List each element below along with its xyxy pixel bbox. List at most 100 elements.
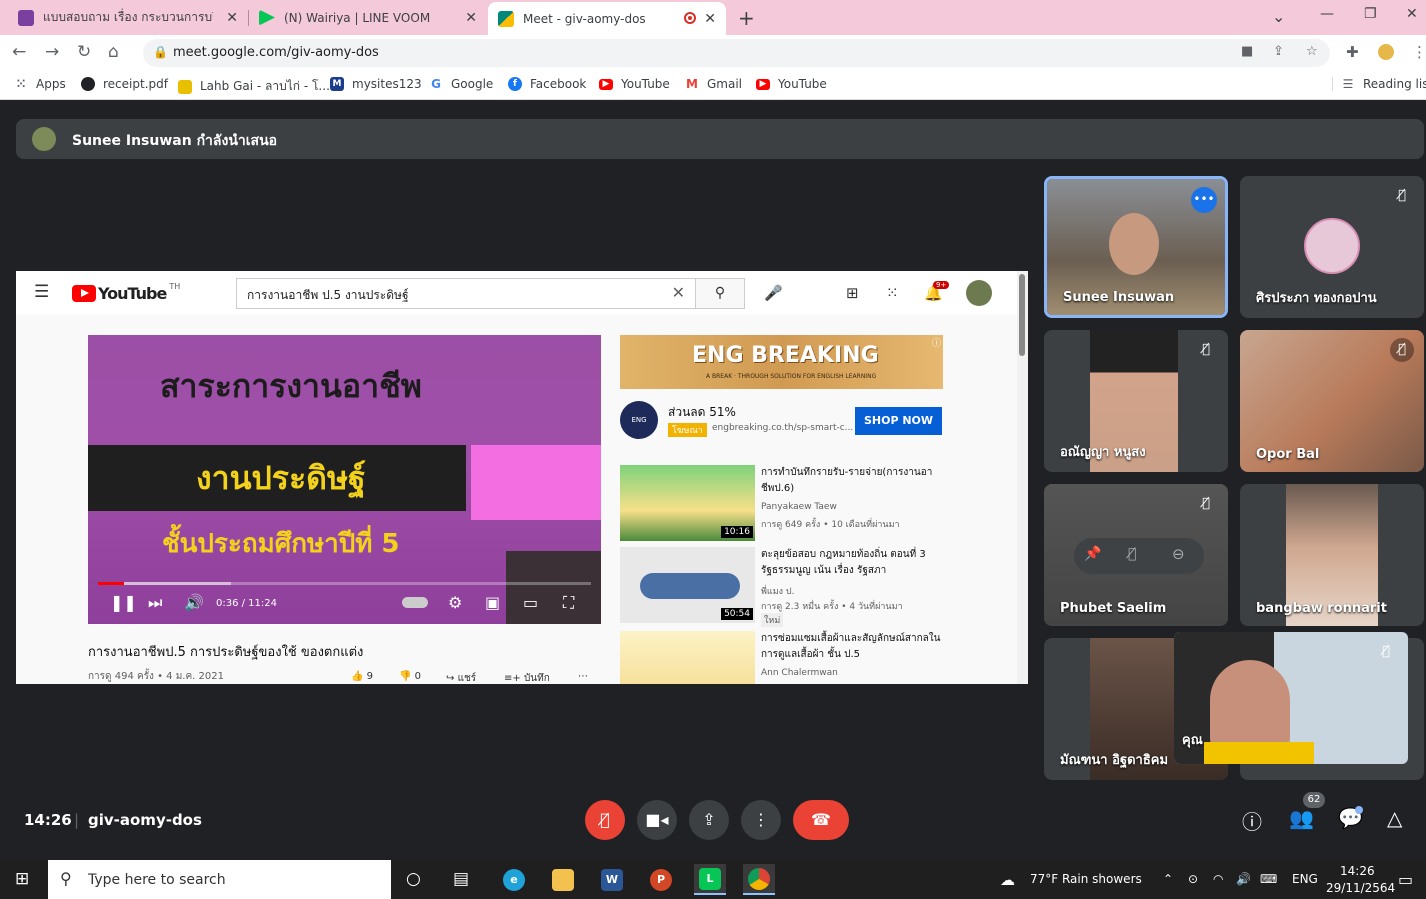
people-icon[interactable]: 👥 [1289, 806, 1314, 830]
weather-cloud-icon[interactable]: ☁ [1000, 871, 1015, 889]
share-icon[interactable]: ⇪ [1273, 44, 1284, 59]
video-progress-bar[interactable] [98, 582, 591, 585]
miniplayer-icon[interactable]: ▣ [485, 593, 500, 612]
youtube-search-button[interactable]: ⚲ [696, 278, 745, 309]
lock-icon[interactable]: 🔒 [153, 45, 168, 59]
address-bar[interactable]: 🔒 meet.google.com/giv-aomy-dos ■ ⇪ ☆ [143, 39, 1330, 67]
leave-call-button[interactable]: ☎ [793, 800, 849, 840]
participant-tile-sunee[interactable]: ••• Sunee Insuwan [1044, 176, 1228, 318]
settings-gear-icon[interactable]: ⚙ [448, 593, 462, 612]
weather-text[interactable]: 77°F Rain showers [1030, 872, 1142, 886]
close-tab-icon[interactable]: ✕ [704, 11, 716, 27]
youtube-apps-icon[interactable]: ⁙ [886, 284, 899, 302]
forward-button[interactable]: → [45, 42, 59, 62]
tab-line-voom[interactable]: (N) Wairiya | LINE VOOM ✕ [249, 0, 487, 35]
keyboard-icon[interactable]: ⌨ [1260, 872, 1277, 886]
taskbar-word[interactable]: W [596, 864, 628, 895]
extensions-icon[interactable]: ✚ [1346, 43, 1359, 61]
voice-search-icon[interactable]: 🎤 [764, 284, 783, 302]
bookmark-lahb-gai[interactable]: Lahb Gai - ลาบไก่ - โ... [178, 77, 330, 96]
dislike-button[interactable]: 👎 0 [399, 671, 421, 682]
participant-tile-ananya[interactable]: 🎙̸ อณัญญา หนูสง [1044, 330, 1228, 472]
speaker-icon[interactable]: 🔊 [1236, 872, 1251, 886]
fullscreen-icon[interactable]: ⛶ [563, 593, 574, 613]
bookmark-mysites[interactable]: Mmysites123 [330, 77, 422, 91]
taskbar-line[interactable]: L [694, 864, 726, 895]
task-view-icon[interactable]: ▤ [453, 869, 469, 889]
taskbar-file-explorer[interactable] [547, 864, 579, 895]
ad-info-icon[interactable]: ⓘ [932, 336, 941, 349]
bookmark-youtube[interactable]: ▶ YouTube [599, 77, 670, 91]
reading-list[interactable]: ☰Reading list [1332, 77, 1426, 91]
home-button[interactable]: ⌂ [108, 42, 119, 62]
back-button[interactable]: ← [12, 42, 26, 62]
menu-kebab-icon[interactable]: ⋮ [1412, 43, 1426, 61]
tab-search-icon[interactable]: ⌄ [1272, 7, 1285, 26]
youtube-logo[interactable]: YouTube TH [72, 282, 180, 303]
participant-tile-phubet[interactable]: 📌 🎙̸ ⊖ 🎙̸ Phubet Saelim [1044, 484, 1228, 626]
reload-button[interactable]: ↻ [77, 42, 91, 62]
taskbar-date[interactable]: 29/11/2564 [1326, 881, 1395, 895]
scrollbar-thumb[interactable] [1019, 274, 1025, 356]
save-button[interactable]: ≡+ บันทึก [504, 671, 550, 684]
participant-tile-bangbaw[interactable]: bangbaw ronnarit [1240, 484, 1424, 626]
recommended-video[interactable]: การซ่อมแซมเสื้อผ้าและสัญลักษณ์สากลในการด… [620, 631, 943, 684]
tray-chevron-icon[interactable]: ⌃ [1163, 872, 1173, 886]
pause-icon[interactable]: ❚❚ [110, 593, 137, 612]
maximize-button[interactable]: ❐ [1364, 6, 1377, 22]
meet-now-icon[interactable]: ⊙ [1188, 872, 1198, 886]
bookmark-gmail[interactable]: M Gmail [685, 77, 742, 91]
camera-toggle-button[interactable]: ■◂ [637, 800, 677, 840]
profile-avatar-icon[interactable] [1378, 44, 1394, 60]
taskbar-time[interactable]: 14:26 [1340, 864, 1375, 878]
theater-mode-icon[interactable]: ▭ [523, 593, 538, 612]
recommended-video[interactable]: 10:16 การทำบันทึกรายรับ-รายจ่าย(การงานอา… [620, 465, 943, 541]
taskbar-powerpoint[interactable]: P [645, 864, 677, 895]
self-view-tile[interactable]: 🎙̸ คุณ [1174, 632, 1408, 764]
bookmark-google[interactable]: G Google [429, 77, 493, 91]
mute-participant-icon[interactable]: 🎙̸ [1128, 546, 1136, 562]
camera-in-use-icon[interactable]: ■ [1241, 44, 1253, 59]
close-window-button[interactable]: ✕ [1406, 6, 1418, 22]
participant-tile-siraprapa[interactable]: 🎙̸ ศิรประภา ทองกอปาน [1240, 176, 1424, 318]
shared-screen-scrollbar[interactable] [1017, 271, 1028, 684]
autoplay-toggle[interactable] [402, 597, 428, 608]
new-tab-button[interactable]: + [738, 6, 755, 30]
bookmark-facebook[interactable]: f Facebook [508, 77, 586, 91]
tab-questionnaire[interactable]: แบบสอบถาม เรื่อง กระบวนการบริหารจั ✕ [8, 0, 248, 35]
taskbar-search-box[interactable]: ⚲ Type here to search [48, 860, 391, 899]
close-tab-icon[interactable]: ✕ [465, 10, 477, 26]
ad-details[interactable]: ENG ส่วนลด 51% โฆษณา engbreaking.co.th/s… [620, 399, 943, 443]
next-video-icon[interactable]: ⏭ [148, 593, 162, 613]
volume-icon[interactable]: 🔊 [184, 593, 204, 612]
more-options-button[interactable]: ⋮ [741, 800, 781, 840]
video-player[interactable]: สาระการงานอาชีพ งานประดิษฐ์ ชั้นประถมศึก… [88, 335, 601, 624]
recommended-video[interactable]: 50:54 ตะลุยข้อสอบ กฎหมายท้องถิ่น ตอนที่ … [620, 547, 943, 627]
more-options-icon[interactable]: ••• [1191, 187, 1217, 213]
participant-tile-opor-bal[interactable]: 🎙̸ Opor Bal [1240, 330, 1424, 472]
pin-icon[interactable]: 📌 [1084, 546, 1101, 562]
wifi-icon[interactable]: ◠ [1213, 872, 1223, 886]
bookmark-star-icon[interactable]: ☆ [1306, 44, 1318, 59]
share-button[interactable]: ↪ แชร์ [446, 671, 476, 684]
activities-icon[interactable]: △ [1387, 806, 1402, 830]
tab-meet[interactable]: Meet - giv-aomy-dos ✕ [488, 2, 726, 35]
more-actions-icon[interactable]: ⋯ [578, 671, 588, 682]
present-now-button[interactable]: ⇪ [689, 800, 729, 840]
cortana-icon[interactable]: ○ [406, 869, 421, 889]
like-button[interactable]: 👍 9 [351, 671, 373, 682]
close-tab-icon[interactable]: ✕ [226, 10, 238, 26]
create-video-icon[interactable]: ⊞ [846, 284, 859, 302]
remove-icon[interactable]: ⊖ [1172, 545, 1185, 563]
language-indicator[interactable]: ENG [1292, 872, 1318, 886]
bookmark-apps[interactable]: ⁙ Apps [14, 77, 66, 91]
taskbar-chrome[interactable] [743, 864, 775, 895]
hamburger-menu-icon[interactable]: ☰ [34, 282, 49, 302]
youtube-avatar[interactable] [966, 280, 992, 306]
windows-start-icon[interactable]: ⊞ [15, 869, 29, 889]
clear-search-icon[interactable]: ✕ [672, 283, 685, 302]
ad-banner[interactable]: ENG BREAKING A BREAK · THROUGH SOLUTION … [620, 335, 943, 389]
meeting-details-icon[interactable]: ⓘ [1242, 806, 1262, 835]
bookmark-receipt[interactable]: receipt.pdf [81, 77, 168, 91]
microphone-toggle-button[interactable]: 🎙̸ [585, 800, 625, 840]
